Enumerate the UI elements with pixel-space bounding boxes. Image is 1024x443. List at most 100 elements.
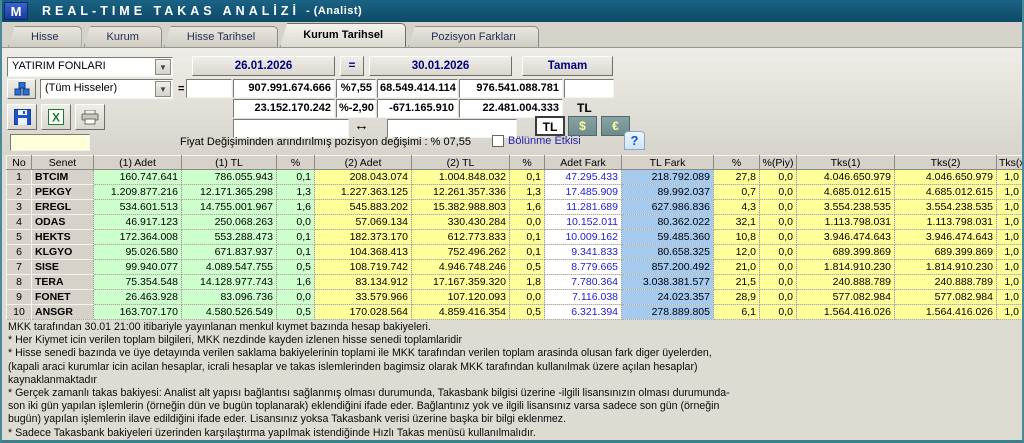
cell-tks-x-: 1,0 bbox=[997, 290, 1023, 305]
cell--: 4,3 bbox=[714, 200, 760, 215]
total2-pct-field[interactable]: %-2,90 bbox=[336, 99, 376, 118]
export-excel-button[interactable]: X bbox=[41, 104, 71, 130]
column-header[interactable]: % bbox=[714, 156, 760, 170]
cell--2-adet: 545.883.202 bbox=[315, 200, 412, 215]
cell--1-adet: 99.940.077 bbox=[94, 260, 182, 275]
cell-senet: BTCIM bbox=[32, 170, 94, 185]
total1-amount-field[interactable]: 907.991.674.666 bbox=[233, 79, 335, 98]
table-row[interactable]: 9FONET26.463.92883.096.7360,033.579.9661… bbox=[7, 290, 1023, 305]
ok-button[interactable]: Tamam bbox=[522, 56, 613, 76]
currency-tl-button[interactable]: TL bbox=[535, 116, 565, 136]
table-row[interactable]: 1BTCIM160.747.641786.055.9430,1208.043.0… bbox=[7, 170, 1023, 185]
cell-tks-2-: 3.946.474.643 bbox=[895, 230, 997, 245]
table-row[interactable]: 10ANSGR163.707.1704.580.526.5490,5170.02… bbox=[7, 305, 1023, 320]
cell--: 27,8 bbox=[714, 170, 760, 185]
table-row[interactable]: 2PEKGY1.209.877.21612.171.365.2981,31.22… bbox=[7, 185, 1023, 200]
total2-amount-field[interactable]: 23.152.170.242 bbox=[233, 99, 335, 118]
table-row[interactable]: 8TERA75.354.54814.128.977.7431,683.134.9… bbox=[7, 275, 1023, 290]
footer-line: son iki gün yapılan işlemlerin (örneğin … bbox=[8, 400, 1020, 413]
cell-no: 9 bbox=[7, 290, 32, 305]
window-subtitle: - (Analist) bbox=[306, 5, 362, 17]
column-header[interactable]: Adet Fark bbox=[545, 156, 622, 170]
footer-line: * Gerçek zamanlı takas bakiyesi: Analist… bbox=[8, 387, 1020, 400]
table-row[interactable]: 5HEKTS172.364.008553.288.4730,1182.373.1… bbox=[7, 230, 1023, 245]
equals-label: = bbox=[178, 83, 184, 95]
column-header[interactable]: % bbox=[510, 156, 545, 170]
table-row[interactable]: 7SISE99.940.0774.089.547.7550,5108.719.7… bbox=[7, 260, 1023, 275]
total1-diff-field[interactable]: 68.549.414.114 bbox=[377, 79, 458, 98]
table-row[interactable]: 3EREGL534.601.51314.755.001.9671,6545.88… bbox=[7, 200, 1023, 215]
cell-adet-fark: 17.485.909 bbox=[545, 185, 622, 200]
column-header[interactable]: Tks(1) bbox=[797, 156, 895, 170]
split-effect-label: Bölünme Etkisi bbox=[508, 135, 581, 147]
cell--piy-: 0,0 bbox=[760, 230, 797, 245]
tab-hisse[interactable]: Hisse bbox=[8, 26, 82, 47]
chevron-down-icon[interactable]: ▼ bbox=[155, 81, 171, 97]
tab-kurum[interactable]: Kurum bbox=[84, 26, 162, 47]
cell--1-tl: 671.837.937 bbox=[182, 245, 277, 260]
cell--: 1,6 bbox=[510, 200, 545, 215]
cell--piy-: 0,0 bbox=[760, 185, 797, 200]
cell-no: 7 bbox=[7, 260, 32, 275]
quick-filter-input[interactable] bbox=[10, 134, 90, 151]
table-row[interactable]: 6KLGYO95.026.580671.837.9370,1104.368.41… bbox=[7, 245, 1023, 260]
help-button[interactable]: ? bbox=[624, 131, 645, 150]
cell--2-tl: 17.167.359.320 bbox=[412, 275, 510, 290]
column-header[interactable]: No bbox=[7, 156, 32, 170]
column-header[interactable]: (1) Adet bbox=[94, 156, 182, 170]
cell-tl-fark: 24.023.357 bbox=[622, 290, 714, 305]
date-to-button[interactable]: 30.01.2026 bbox=[369, 56, 512, 76]
control-panel: YATIRIM FONLARI ▼ 26.01.2026 = 30.01.202… bbox=[2, 48, 1022, 155]
cell-no: 10 bbox=[7, 305, 32, 320]
column-header[interactable]: %(Piy) bbox=[760, 156, 797, 170]
cell-adet-fark: 9.341.833 bbox=[545, 245, 622, 260]
column-header[interactable]: Tks(2) bbox=[895, 156, 997, 170]
column-header[interactable]: (2) Adet bbox=[315, 156, 412, 170]
split-effect-checkbox[interactable] bbox=[492, 135, 504, 147]
cell--: 0,0 bbox=[277, 215, 315, 230]
stock-group-button[interactable] bbox=[7, 79, 36, 99]
cell-adet-fark: 47.295.433 bbox=[545, 170, 622, 185]
cell-adet-fark: 7.780.364 bbox=[545, 275, 622, 290]
cell-tks-1-: 4.046.650.979 bbox=[797, 170, 895, 185]
cell--: 0,1 bbox=[510, 245, 545, 260]
cell--2-adet: 170.028.564 bbox=[315, 305, 412, 320]
cell--piy-: 0,0 bbox=[760, 245, 797, 260]
cell-tl-fark: 857.200.492 bbox=[622, 260, 714, 275]
column-header[interactable]: TL Fark bbox=[622, 156, 714, 170]
footer-notes: MKK tarafından 30.01 21:00 itibariyle ya… bbox=[8, 321, 1020, 440]
column-header[interactable]: (2) TL bbox=[412, 156, 510, 170]
price-adjusted-note: Fiyat Değişiminden arındırılmış pozisyon… bbox=[180, 136, 471, 148]
total2-diff-field[interactable]: -671.165.910 bbox=[377, 99, 458, 118]
date-equals-button[interactable]: = bbox=[340, 56, 364, 76]
column-header[interactable]: % bbox=[277, 156, 315, 170]
category-select[interactable]: YATIRIM FONLARI ▼ bbox=[7, 57, 173, 77]
cell--2-tl: 752.496.262 bbox=[412, 245, 510, 260]
stock-filter-select[interactable]: (Tüm Hisseler) ▼ bbox=[40, 79, 173, 99]
cell--: 0,1 bbox=[510, 230, 545, 245]
chevron-down-icon[interactable]: ▼ bbox=[155, 59, 171, 75]
cell--: 0,0 bbox=[510, 215, 545, 230]
total1-pct-field[interactable]: %7,55 bbox=[336, 79, 376, 98]
column-header[interactable]: (1) TL bbox=[182, 156, 277, 170]
save-button[interactable] bbox=[7, 104, 37, 130]
cell--: 0,0 bbox=[277, 290, 315, 305]
tab-hisse-tarihsel[interactable]: Hisse Tarihsel bbox=[164, 26, 278, 47]
cell--2-adet: 57.069.134 bbox=[315, 215, 412, 230]
split-effect-checkbox-row: Bölünme Etkisi bbox=[492, 135, 581, 147]
currency-usd-button[interactable]: $ bbox=[568, 116, 597, 136]
total1-amount2-field[interactable]: 976.541.088.781 bbox=[459, 79, 563, 98]
print-button[interactable] bbox=[75, 104, 105, 130]
cell-no: 5 bbox=[7, 230, 32, 245]
date-from-button[interactable]: 26.01.2026 bbox=[192, 56, 335, 76]
result-input[interactable] bbox=[564, 79, 614, 98]
column-header[interactable]: Senet bbox=[32, 156, 94, 170]
cell--: 6,1 bbox=[714, 305, 760, 320]
table-row[interactable]: 4ODAS46.917.123250.068.2630,057.069.1343… bbox=[7, 215, 1023, 230]
code-input[interactable] bbox=[186, 79, 232, 98]
column-header[interactable]: Tks(x) bbox=[997, 156, 1023, 170]
tab-pozisyon-farkları[interactable]: Pozisyon Farkları bbox=[408, 26, 539, 47]
stock-filter-value: (Tüm Hisseler) bbox=[45, 82, 117, 94]
footer-line: * Hisse senedi bazında ve üye detayında … bbox=[8, 347, 1020, 360]
tab-kurum-tarihsel[interactable]: Kurum Tarihsel bbox=[280, 23, 406, 47]
